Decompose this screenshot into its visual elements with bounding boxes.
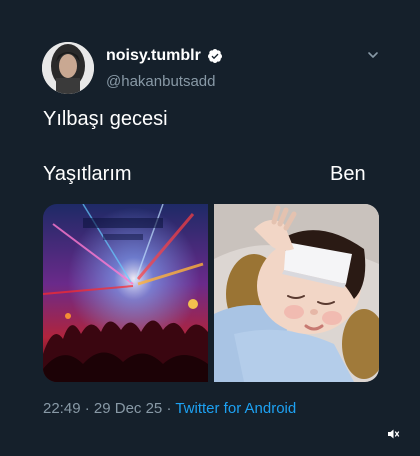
display-name[interactable]: noisy.tumblr — [106, 47, 201, 65]
tweet-meta: 22:49 · 29 Dec 25 · Twitter for Android — [43, 400, 296, 417]
tweet-source-link[interactable]: Twitter for Android — [175, 400, 296, 417]
concert-crowd-photo[interactable] — [43, 204, 208, 382]
tweet-text: Yılbaşı gecesi — [43, 108, 168, 130]
meta-separator-2: · — [162, 400, 176, 417]
avatar[interactable] — [42, 42, 94, 94]
verified-badge-icon — [207, 49, 222, 63]
caption-left: Yaşıtlarım — [43, 163, 132, 185]
meta-separator: · — [80, 400, 94, 417]
user-handle[interactable]: @hakanbutsadd — [106, 73, 215, 90]
chevron-down-icon[interactable] — [366, 48, 380, 62]
tweet-date[interactable]: 29 Dec 25 — [94, 400, 162, 417]
media-grid — [43, 204, 379, 382]
sleeping-baby-photo[interactable] — [214, 204, 379, 382]
tweet-time[interactable]: 22:49 — [43, 400, 81, 417]
name-row: noisy.tumblr — [106, 47, 223, 65]
avatar-image — [42, 42, 94, 94]
tweet-card: noisy.tumblr @hakanbutsadd Yılbaşı geces… — [0, 0, 420, 456]
caption-right: Ben — [330, 163, 366, 185]
volume-muted-icon[interactable] — [386, 427, 400, 441]
